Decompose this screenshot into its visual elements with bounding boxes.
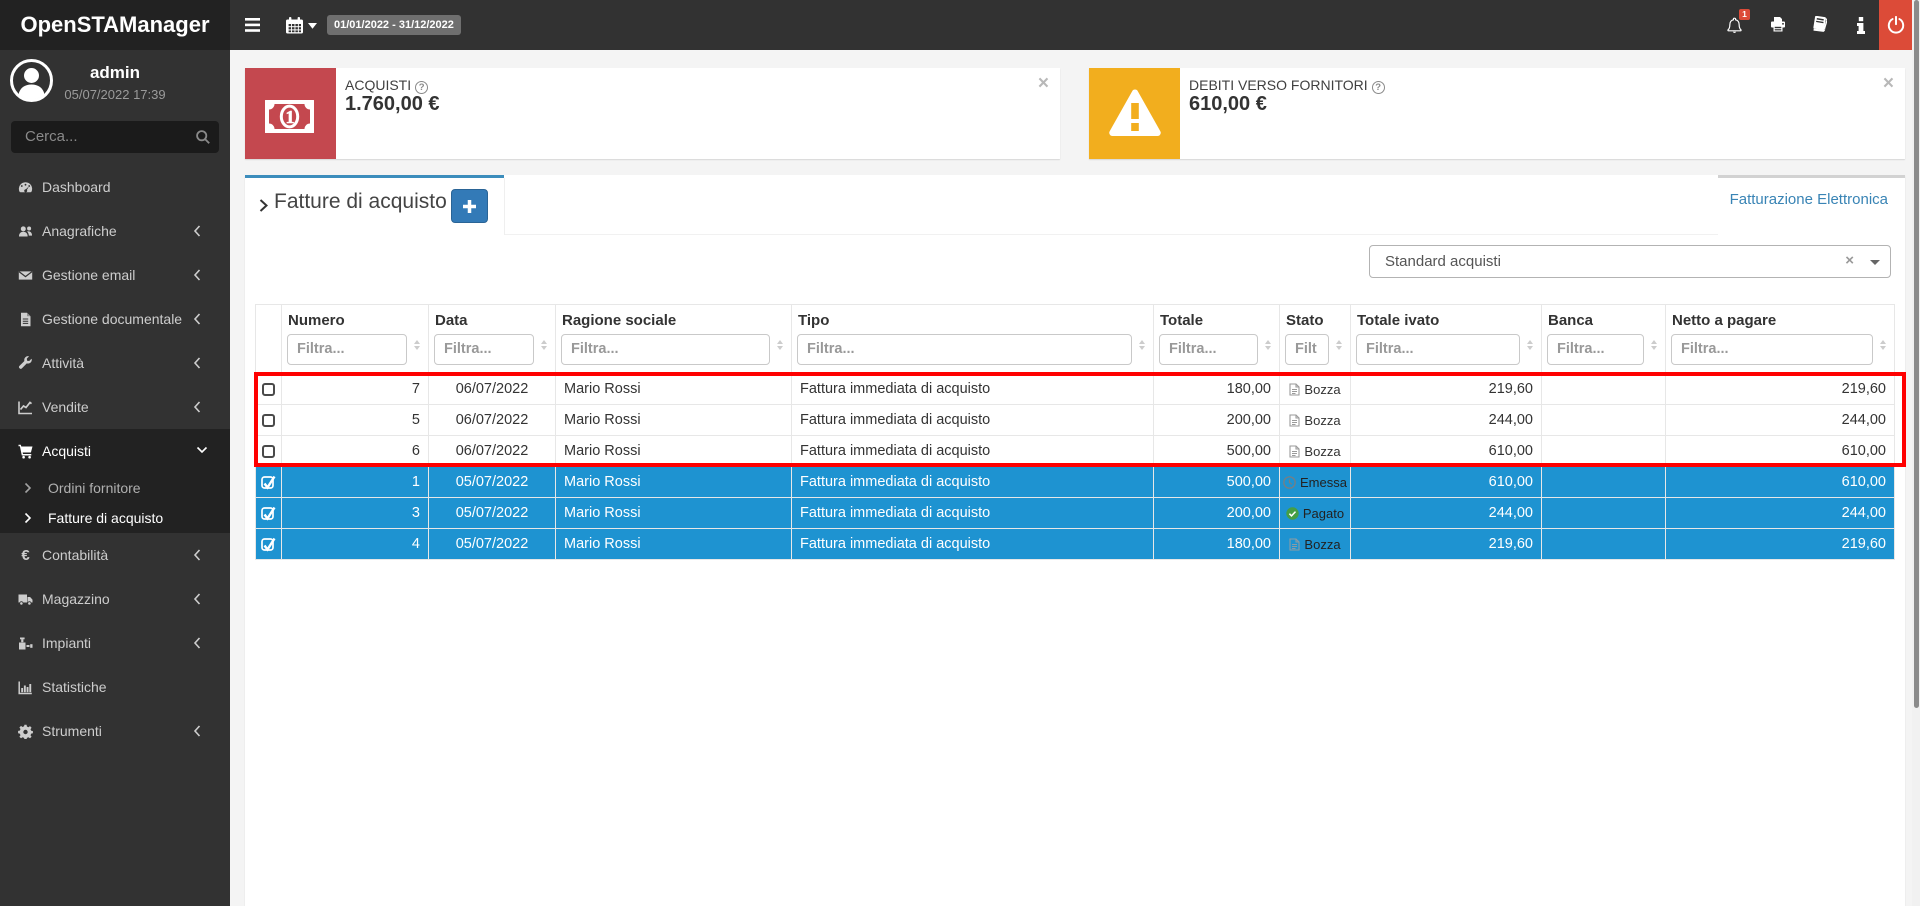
svg-text:1: 1	[286, 107, 295, 127]
